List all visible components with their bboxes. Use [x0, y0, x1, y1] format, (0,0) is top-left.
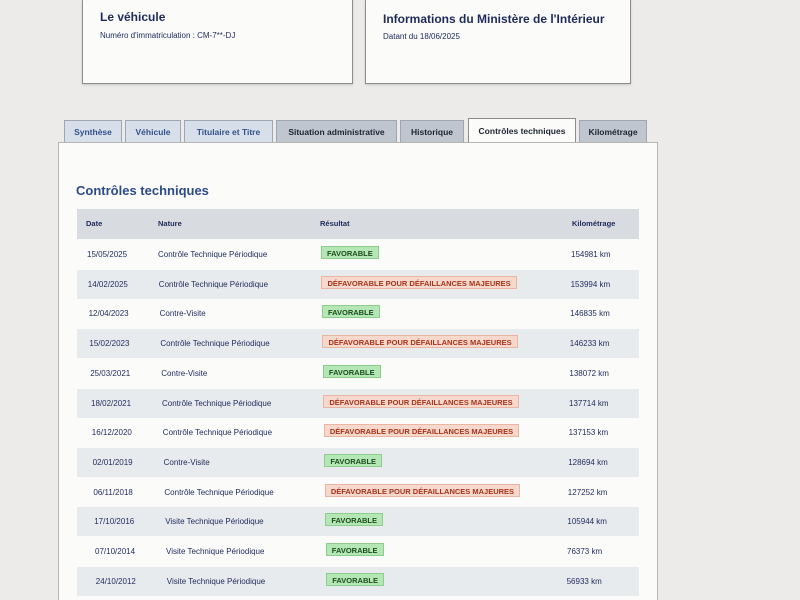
result-badge-defavorable: DÉFAVORABLE POUR DÉFAILLANCES MAJEURES: [322, 335, 518, 349]
controles-techniques-panel: Contrôles techniques Date Nature Résulta…: [58, 142, 658, 600]
cell-kilometrage: 146835 km: [570, 309, 610, 319]
cell-kilometrage: 153994 km: [570, 279, 611, 289]
cell-nature: Contre-Visite: [163, 457, 210, 467]
tab-situation-administrative[interactable]: Situation administrative: [276, 120, 397, 142]
cell-kilometrage: 154981 km: [571, 250, 611, 259]
cell-date: 15/05/2025: [87, 250, 128, 259]
cell-nature: Visite Technique Périodique: [166, 576, 266, 586]
cell-kilometrage: 128694 km: [568, 457, 608, 467]
table-row: 16/12/2020 Contrôle Technique Périodique D…: [77, 418, 639, 448]
result-badge-favorable: FAVORABLE: [324, 453, 383, 467]
table-row: 15/05/2025 Contrôle Technique Périodique F…: [77, 240, 639, 269]
cell-nature: Visite Technique Périodique: [166, 547, 265, 556]
tab-historique[interactable]: Historique: [400, 120, 464, 142]
result-badge-favorable: FAVORABLE: [321, 246, 379, 259]
result-badge-favorable: FAVORABLE: [326, 572, 384, 586]
cell-nature: Contrôle Technique Périodique: [162, 398, 272, 408]
result-badge-defavorable: DÉFAVORABLE POUR DÉFAILLANCES MAJEURES: [324, 483, 521, 497]
ministry-card-date: Datant du 18/06/2025: [383, 32, 460, 41]
cell-kilometrage: 127252 km: [567, 487, 608, 497]
cell-kilometrage: 137714 km: [569, 398, 609, 408]
cell-date: 07/10/2014: [95, 547, 136, 556]
table-row: 18/02/2021 Contrôle Technique Périodique D…: [77, 388, 639, 418]
cell-date: 25/03/2021: [90, 368, 131, 378]
tab-titulaire-et-titre[interactable]: Titulaire et Titre: [184, 120, 273, 142]
cell-date: 06/11/2018: [93, 487, 133, 497]
cell-nature: Contre-Visite: [159, 309, 206, 319]
cell-date: 17/10/2016: [94, 517, 135, 527]
cell-nature: Contrôle Technique Périodique: [162, 428, 273, 438]
table-row: 25/03/2021 Contre-Visite FAVORABLE 138072 k…: [77, 358, 639, 388]
result-badge-favorable: FAVORABLE: [321, 305, 380, 319]
cell-date: 16/12/2020: [91, 428, 132, 438]
cell-nature: Contrôle Technique Périodique: [164, 487, 274, 497]
cell-kilometrage: 56933 km: [566, 576, 602, 586]
result-badge-defavorable: DÉFAVORABLE POUR DÉFAILLANCES MAJEURES: [323, 394, 519, 408]
table-row: 15/02/2023 Contrôle Technique Périodique D…: [77, 329, 639, 359]
cell-kilometrage: 138072 km: [569, 368, 609, 378]
result-badge-favorable: FAVORABLE: [325, 543, 384, 556]
cell-date: 12/04/2023: [88, 309, 129, 319]
tab-controles-techniques[interactable]: Contrôles techniques: [468, 118, 576, 143]
table-row: 12/04/2023 Contre-Visite FAVORABLE 146835 k…: [77, 299, 639, 329]
result-badge-favorable: FAVORABLE: [322, 364, 381, 378]
registration-number: Numéro d'immatriculation : CM-7**-DJ: [100, 31, 236, 40]
cell-kilometrage: 105944 km: [567, 517, 607, 527]
table-header: Date Nature Résultat Kilométrage: [77, 209, 639, 239]
cell-nature: Visite Technique Périodique: [165, 517, 264, 527]
result-badge-defavorable: DÉFAVORABLE POUR DÉFAILLANCES MAJEURES: [321, 275, 517, 289]
cell-date: 02/01/2019: [92, 457, 133, 467]
column-header-kilometrage: Kilométrage: [572, 219, 616, 228]
cell-nature: Contrôle Technique Périodique: [158, 250, 268, 259]
table-row: 14/02/2025 Contrôle Technique Périodique D…: [77, 269, 639, 299]
cell-date: 24/10/2012: [95, 576, 136, 586]
table-row: 07/10/2014 Visite Technique Périodique FAV…: [77, 537, 639, 566]
section-title: Contrôles techniques: [76, 183, 209, 198]
column-header-nature: Nature: [158, 219, 182, 228]
ministry-card: Informations du Ministère de l'Intérieur…: [365, 0, 631, 84]
cell-nature: Contre-Visite: [161, 368, 208, 378]
cell-kilometrage: 146233 km: [569, 339, 610, 349]
cell-date: 14/02/2025: [87, 279, 128, 289]
table-row: 17/10/2016 Visite Technique Périodique FAV…: [77, 507, 639, 537]
ministry-card-title: Informations du Ministère de l'Intérieur: [383, 12, 605, 26]
vehicle-card: Le véhicule Numéro d'immatriculation : C…: [82, 0, 353, 84]
tab-kilometrage[interactable]: Kilométrage: [579, 120, 647, 142]
result-badge-favorable: FAVORABLE: [325, 513, 384, 527]
table-row: 02/01/2019 Contre-Visite FAVORABLE 128694 k…: [77, 447, 639, 477]
cell-nature: Contrôle Technique Périodique: [160, 339, 270, 349]
tab-synthese[interactable]: Synthèse: [64, 120, 122, 142]
column-header-resultat: Résultat: [320, 219, 350, 228]
vehicle-card-title: Le véhicule: [100, 10, 166, 24]
cell-date: 15/02/2023: [89, 339, 130, 349]
result-badge-defavorable: DÉFAVORABLE POUR DÉFAILLANCES MAJEURES: [323, 424, 520, 438]
cell-kilometrage: 137153 km: [568, 428, 609, 438]
column-header-date: Date: [86, 219, 103, 228]
cell-nature: Contrôle Technique Périodique: [158, 279, 269, 289]
tab-vehicule[interactable]: Véhicule: [125, 120, 181, 142]
table-row: 06/11/2018 Contrôle Technique Périodique D…: [77, 477, 639, 507]
table-row: 24/10/2012 Visite Technique Périodique FAV…: [77, 566, 639, 596]
cell-date: 18/02/2021: [91, 398, 132, 408]
cell-kilometrage: 76373 km: [567, 547, 603, 556]
